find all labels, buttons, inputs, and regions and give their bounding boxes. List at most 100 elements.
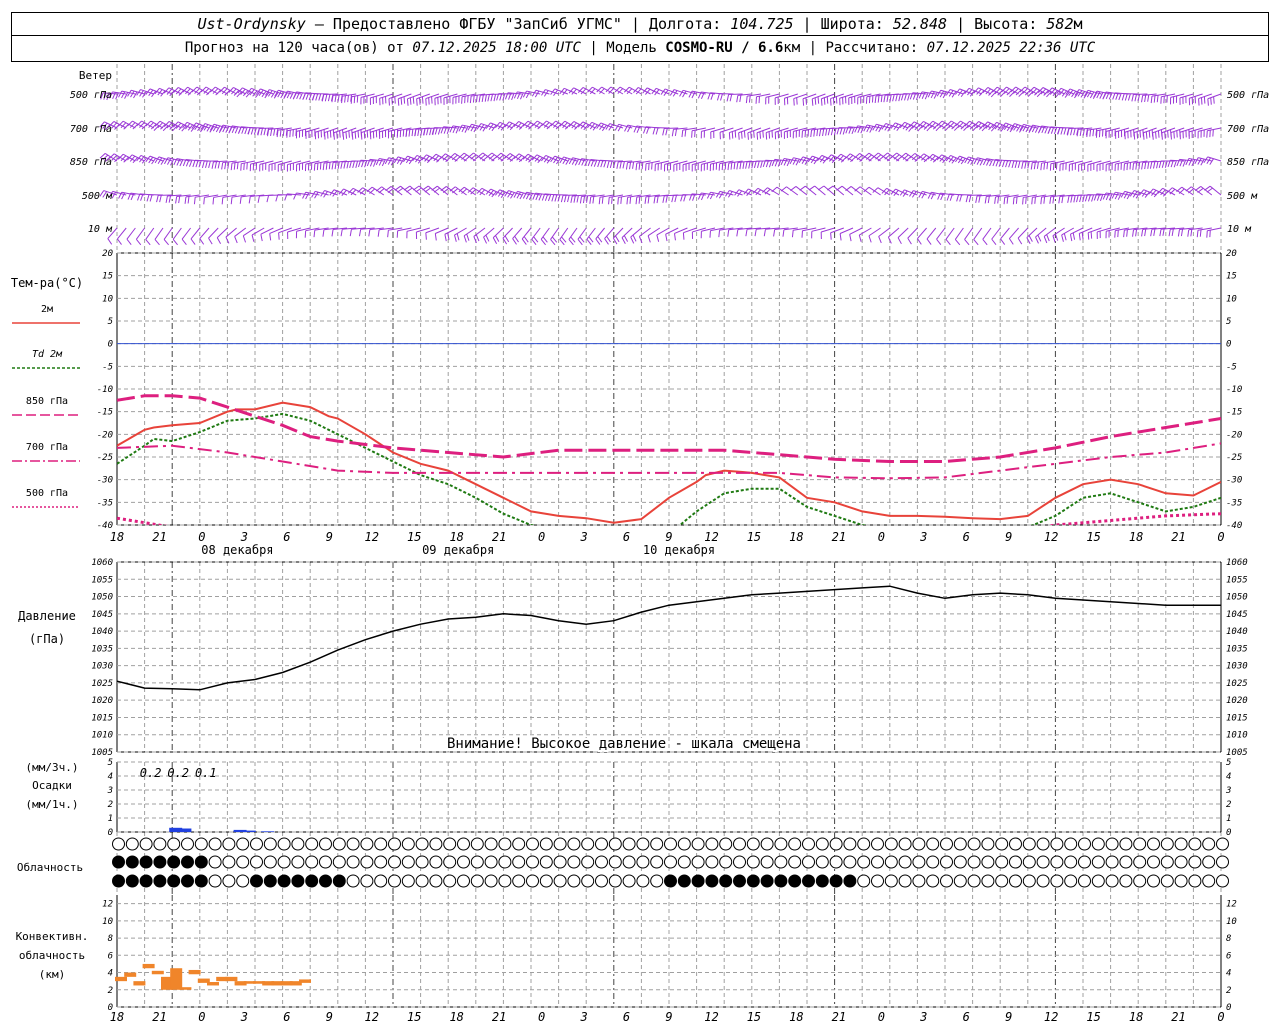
cloud-symbol — [857, 855, 871, 869]
cloud-symbol — [884, 874, 898, 888]
barb-flag — [211, 161, 214, 169]
barb-staff — [483, 227, 495, 238]
cloud-circle — [443, 837, 457, 851]
barb-flag — [416, 98, 418, 106]
cloud-symbol — [526, 874, 539, 888]
barb-flag — [936, 238, 942, 245]
wind-level-label-left: 850 гПа — [70, 157, 112, 168]
barb-flag — [858, 234, 862, 242]
barb-flag — [930, 91, 935, 99]
barb-flag — [1090, 231, 1093, 239]
cloud-symbol — [967, 837, 981, 851]
barb-staff — [973, 227, 983, 240]
barb-flag — [334, 94, 337, 103]
cloud-circle — [388, 855, 401, 869]
barb-flag — [470, 154, 477, 160]
cloud-circle — [898, 855, 912, 869]
conv-bar — [133, 981, 146, 986]
cloud-circle — [484, 855, 498, 869]
barb-flag — [588, 236, 594, 243]
cloud-symbol — [705, 874, 719, 888]
cloud-circle — [1050, 837, 1064, 851]
temp-series-0 — [117, 401, 1221, 524]
barb-flag — [302, 191, 307, 199]
barb-flag — [1147, 161, 1150, 169]
wind-barb — [360, 93, 375, 105]
barb-flag — [606, 235, 611, 243]
barb-flag — [741, 131, 743, 139]
cloud-circle — [608, 855, 622, 869]
barb-flag — [195, 160, 199, 168]
wind-barb — [1008, 227, 1019, 245]
barb-flag — [813, 157, 819, 165]
cloud-symbol — [429, 874, 443, 888]
barb-flag — [780, 186, 787, 192]
x-tick-label: 6 — [623, 1010, 630, 1024]
cloud-circle — [305, 837, 319, 851]
cloud-symbol — [319, 837, 332, 851]
cloud-circle — [112, 855, 125, 869]
wind-barb — [393, 156, 412, 165]
barb-staff — [568, 227, 578, 240]
barb-flag — [118, 90, 123, 98]
barb-flag — [789, 157, 794, 165]
barb-staff — [621, 227, 633, 238]
barb-flag — [475, 234, 480, 242]
cloud-circle — [388, 874, 401, 888]
barb-staff — [199, 227, 210, 239]
barb-flag — [340, 229, 343, 237]
barb-flag — [168, 195, 171, 203]
cloud-circle — [650, 874, 664, 888]
barb-flag — [1135, 162, 1138, 170]
wind-barb — [909, 121, 927, 132]
barb-flag — [964, 239, 970, 246]
cloud-symbol — [595, 874, 608, 888]
cloud-symbol — [1022, 837, 1036, 851]
conv-bar — [151, 970, 164, 975]
cloud-symbol — [305, 837, 319, 851]
wind-level-label-left: 700 гПа — [70, 124, 112, 135]
cloud-circle — [871, 855, 884, 869]
barb-flag — [339, 130, 341, 138]
cloud-symbol — [953, 874, 967, 888]
barb-flag — [314, 191, 319, 199]
barb-flag — [559, 239, 565, 246]
barb-flag — [1006, 196, 1009, 204]
barb-flag — [1006, 124, 1012, 132]
wind-level-label-right: 10 м — [1227, 224, 1252, 235]
y-tick-label-left: 12 — [102, 900, 113, 910]
y-tick-label-right: 1025 — [1226, 679, 1248, 689]
x-tick-label: 18 — [110, 1010, 124, 1024]
wind-barb — [790, 186, 808, 196]
x-tick-label: 9 — [326, 1010, 333, 1024]
barb-flag — [325, 162, 328, 170]
cloud-symbol — [1202, 837, 1216, 851]
cloud-symbol — [622, 837, 636, 851]
conv-bar — [142, 963, 155, 969]
y-tick-label-right: 1045 — [1226, 610, 1248, 620]
cloud-symbol — [457, 837, 470, 851]
cloud-symbol — [567, 874, 581, 888]
wind-barb — [266, 194, 283, 203]
wind-barb — [1204, 185, 1222, 196]
y-tick-label-right: 1055 — [1226, 575, 1248, 585]
cloud-circle — [746, 837, 760, 851]
cloud-symbol — [277, 874, 291, 888]
cloud-symbol — [332, 855, 346, 869]
barb-flag — [863, 152, 870, 159]
y-tick-label-right: 1035 — [1226, 644, 1248, 654]
cloud-circle — [470, 837, 484, 851]
barb-flag — [413, 185, 420, 191]
barb-flag — [1033, 162, 1036, 170]
barb-flag — [568, 239, 574, 246]
y-tick-label-right: 1015 — [1226, 713, 1248, 723]
barb-flag — [994, 196, 997, 204]
barb-flag — [190, 238, 196, 245]
barb-flag — [224, 162, 227, 170]
wind-barb — [868, 227, 881, 243]
wind-barb — [387, 227, 403, 238]
cloud-circle — [1188, 855, 1202, 869]
cloud-symbol — [636, 855, 650, 869]
barb-flag — [817, 185, 825, 191]
barb-flag — [1161, 160, 1165, 168]
